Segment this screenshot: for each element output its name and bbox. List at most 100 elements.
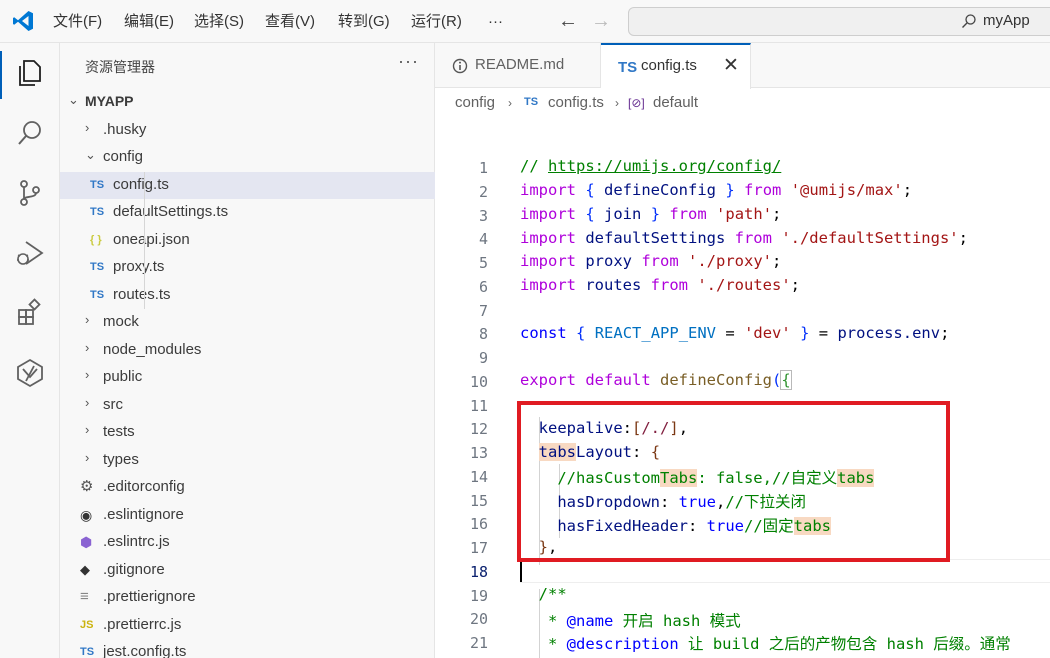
tree-folder[interactable]: › public [60, 364, 435, 391]
tree-folder[interactable]: › src [60, 392, 435, 419]
code-line-6: import routes from './routes'; [520, 276, 800, 294]
menu-more[interactable]: ··· [488, 0, 503, 43]
typescript-file-icon: TS [90, 178, 105, 191]
tree-indent-guide [144, 171, 145, 309]
search-icon [962, 14, 976, 28]
tree-file[interactable]: TS proxy.ts [60, 254, 435, 281]
search-icon[interactable] [14, 117, 46, 149]
tree-item-label: routes.ts [113, 285, 171, 303]
menu-selection[interactable]: 选择(S) [194, 0, 244, 43]
code-editor[interactable]: 1 2 3 4 5 6 7 8 9 10 11 12 13 14 15 16 17 18 19 20 21 // htt… [435, 117, 1050, 658]
tree-item-label: config.ts [113, 175, 169, 193]
vscode-logo-icon [13, 11, 33, 31]
tree-file[interactable]: ◉ .eslintignore [60, 502, 435, 529]
line-number: 4 [478, 230, 488, 249]
code-line-20: * @name 开启 hash 模式 [520, 612, 741, 630]
tree-file[interactable]: ⚙ .editorconfig [60, 474, 435, 501]
tree-item-label: jest.config.ts [103, 643, 187, 658]
tree-folder[interactable]: › .husky [60, 117, 435, 144]
forward-arrow-icon[interactable]: → [591, 10, 611, 32]
breadcrumb-file[interactable]: config.ts [548, 94, 604, 111]
tree-folder[interactable]: › tests [60, 419, 435, 446]
tree-item-label: .editorconfig [103, 478, 185, 495]
tree-item-label: .prettierignore [103, 588, 196, 605]
line-number: 9 [478, 349, 488, 367]
explorer-icon[interactable] [14, 57, 46, 89]
line-number: 19 [469, 586, 488, 605]
code-line-2: import { defineConfig } from '@umijs/max… [520, 181, 913, 199]
close-icon[interactable]: ✕ [723, 54, 739, 77]
tree-folder[interactable]: › node_modules [60, 337, 435, 364]
tree-file[interactable]: ⬢ .eslintrc.js [60, 529, 435, 556]
line-number: 8 [478, 325, 488, 344]
line-number: 13 [469, 444, 488, 462]
tree-file[interactable]: JS .prettierrc.js [60, 612, 435, 639]
info-icon [452, 58, 468, 74]
code-line-19: /** [520, 585, 567, 603]
remote-icon[interactable] [14, 357, 46, 389]
tree-folder[interactable]: ⌄ config [60, 144, 435, 171]
tab-readme[interactable]: README.md [435, 43, 601, 88]
tree-folder[interactable]: › mock [60, 309, 435, 336]
text-cursor [520, 560, 522, 582]
tree-item-label: types [103, 450, 139, 468]
line-number: 5 [478, 254, 488, 272]
json-file-icon: { } [90, 233, 102, 246]
tree-item-label: .prettierrc.js [103, 615, 182, 633]
typescript-file-icon: TS [90, 261, 105, 273]
menu-edit[interactable]: 编辑(E) [124, 0, 174, 43]
eslint-ignore-icon: ◉ [80, 506, 93, 523]
tree-file[interactable]: ◆ .gitignore [60, 557, 435, 584]
tab-config-ts-label: config.ts [641, 57, 697, 74]
back-arrow-icon[interactable]: ← [558, 10, 578, 32]
search-text: myApp [983, 12, 1030, 29]
extensions-icon[interactable] [14, 297, 46, 329]
tree-file[interactable]: TS config.ts [60, 171, 435, 199]
tree-root-myapp[interactable]: ⌄ MYAPP [60, 89, 435, 116]
active-indicator [0, 51, 2, 99]
tree-item-label: .husky [103, 120, 147, 138]
tree-file[interactable]: TS jest.config.ts [60, 639, 435, 658]
command-center-search[interactable]: myApp [628, 7, 1050, 36]
gear-icon: ⚙ [80, 478, 94, 495]
tree-file[interactable]: ≡ .prettierignore [60, 584, 435, 611]
line-number: 18 [469, 562, 488, 581]
code-line-5: import proxy from './proxy'; [520, 252, 782, 270]
run-debug-icon[interactable] [14, 237, 46, 269]
line-number: 15 [469, 491, 488, 510]
menu-view[interactable]: 查看(V) [265, 0, 315, 43]
tree-folder[interactable]: › types [60, 447, 435, 474]
explorer-header: 资源管理器 [85, 59, 155, 75]
git-icon: ◆ [80, 561, 90, 577]
tab-config-ts[interactable]: TS config.ts ✕ [601, 43, 751, 89]
tree-root-label: MYAPP [85, 93, 134, 109]
tree-item-label: .eslintrc.js [103, 533, 170, 550]
menu-go[interactable]: 转到(G) [338, 0, 390, 43]
chevron-right-icon: › [85, 119, 90, 135]
breadcrumb-symbol[interactable]: default [653, 94, 698, 111]
chevron-right-icon: › [85, 367, 90, 382]
javascript-file-icon: JS [80, 618, 94, 631]
tree-file[interactable]: TS routes.ts [60, 282, 435, 309]
tree-item-label: .eslintignore [103, 505, 184, 523]
chevron-right-icon: › [85, 449, 90, 465]
line-number: 11 [469, 396, 488, 415]
menu-file[interactable]: 文件(F) [53, 0, 102, 43]
tree-item-label: public [103, 368, 143, 385]
code-line-4: import defaultSettings from './defaultSe… [520, 229, 968, 247]
explorer-more-button[interactable]: ··· [398, 51, 419, 72]
tree-file[interactable]: TS defaultSettings.ts [60, 199, 435, 226]
eslint-icon: ⬢ [80, 534, 93, 550]
activity-bar [0, 43, 60, 658]
editor-tabs: README.md TS config.ts ✕ [435, 43, 1050, 89]
line-number: 14 [469, 467, 488, 486]
source-control-icon[interactable] [14, 177, 46, 209]
tree-item-label: config [103, 148, 144, 165]
line-number: 12 [469, 420, 488, 439]
tree-file[interactable]: { } oneapi.json [60, 227, 435, 254]
breadcrumb-folder[interactable]: config [455, 94, 495, 111]
menu-run[interactable]: 运行(R) [411, 0, 462, 43]
code-line-1: // https://umijs.org/config/ [520, 157, 782, 175]
current-line-highlight [520, 559, 1050, 583]
symbol-variable-icon: [⊘] [628, 96, 645, 110]
